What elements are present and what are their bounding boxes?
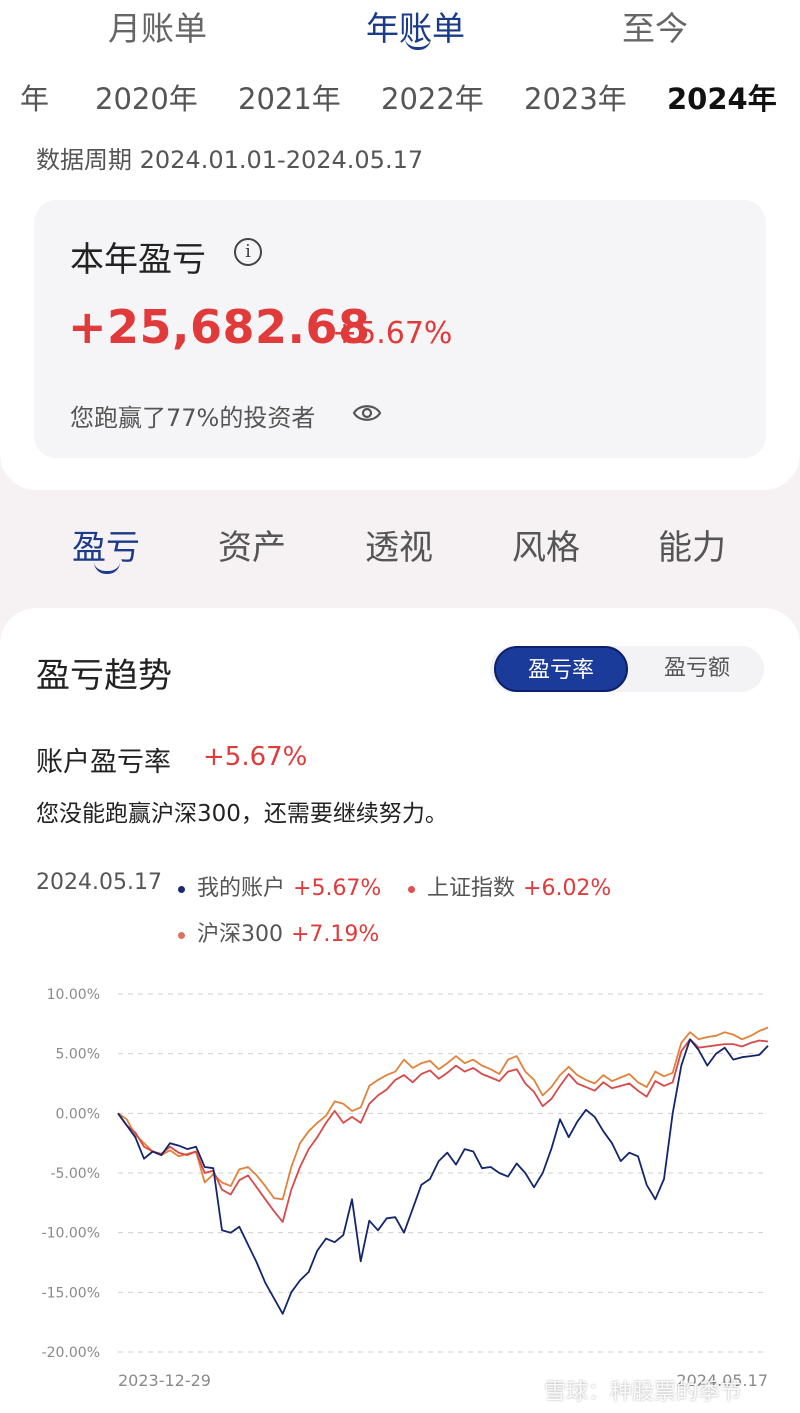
data-period: 数据周期 2024.01.01-2024.05.17 — [36, 146, 424, 174]
legend-csi300: 沪深300 +7.19% — [178, 916, 379, 948]
legend-dot — [178, 931, 185, 939]
year-item[interactable]: 2022年 — [381, 76, 484, 116]
tab-to-date[interactable]: 至今 — [622, 2, 688, 50]
year-item[interactable]: 年 — [20, 76, 49, 116]
top-panel: 月账单 年账单 至今 年 2020年 2021年 2022年 2023年 202… — [0, 0, 800, 490]
account-rate-label: 账户盈亏率 — [36, 747, 171, 778]
tab-assets[interactable]: 资产 — [218, 520, 286, 569]
y-tick-label: 5.00% — [56, 1047, 100, 1063]
tab-ability[interactable]: 能力 — [658, 520, 726, 569]
year-item[interactable]: 2021年 — [238, 76, 341, 116]
year-item-selected[interactable]: 2024年 — [667, 76, 777, 116]
eye-icon[interactable] — [352, 402, 382, 424]
trend-panel: 盈亏趋势 盈亏率 盈亏额 账户盈亏率 +5.67% 您没能跑赢沪深300，还需要… — [0, 608, 800, 1413]
y-tick-label: -10.00% — [42, 1226, 100, 1242]
period-tabs: 月账单 年账单 至今 — [0, 0, 800, 60]
trend-title: 盈亏趋势 — [36, 656, 172, 696]
toggle-rate-button[interactable]: 盈亏率 — [494, 646, 628, 692]
verdict-text: 您没能跑赢沪深300，还需要继续努力。 — [36, 801, 448, 827]
summary-card: 本年盈亏 i +25,682.68 +5.67% 您跑赢了77%的投资者 — [34, 200, 766, 458]
tab-insight[interactable]: 透视 — [365, 520, 433, 569]
legend-date: 2024.05.17 — [36, 870, 162, 895]
legend-name: 我的账户 — [197, 876, 286, 901]
year-item[interactable]: 2020年 — [95, 76, 198, 116]
year-selector: 年 2020年 2021年 2022年 2023年 2024年 — [0, 76, 800, 116]
info-icon[interactable]: i — [234, 238, 262, 266]
x-tick-start: 2023-12-29 — [118, 1371, 211, 1390]
toggle-amount-button[interactable]: 盈亏额 — [634, 646, 760, 692]
legend-value: +6.02% — [523, 876, 612, 901]
tab-style[interactable]: 风格 — [512, 520, 580, 569]
legend-name: 沪深300 — [197, 922, 283, 947]
legend-value: +7.19% — [291, 922, 380, 947]
y-tick-label: -15.00% — [42, 1285, 100, 1301]
watermark: 雪球：种股票的季节 — [544, 1380, 743, 1405]
year-item[interactable]: 2023年 — [524, 76, 627, 116]
profit-trend-chart[interactable]: 10.00% 5.00% 0.00% -5.00% -10.00% -15.00% -20.… — [0, 978, 800, 1398]
account-rate-value: +5.67% — [203, 742, 308, 772]
y-tick-label: 10.00% — [47, 987, 100, 1003]
legend-dot — [178, 885, 185, 893]
summary-title: 本年盈亏 — [70, 240, 206, 280]
y-tick-label: -5.00% — [50, 1166, 100, 1182]
tab-active-indicator — [94, 562, 120, 574]
main-tabs: 盈亏 资产 透视 风格 能力 — [0, 520, 800, 590]
rate-amount-toggle: 盈亏率 盈亏额 — [490, 646, 764, 692]
profit-percent: +5.67% — [332, 316, 453, 351]
y-tick-label: -20.00% — [42, 1345, 100, 1361]
profit-amount: +25,682.68 — [68, 300, 371, 354]
legend-dot — [408, 885, 415, 893]
beat-text: 您跑赢了77%的投资者 — [70, 404, 316, 432]
y-tick-label: 0.00% — [56, 1106, 100, 1122]
legend-name: 上证指数 — [427, 876, 516, 901]
tab-monthly-bill[interactable]: 月账单 — [108, 2, 207, 50]
legend-my-account: 我的账户 +5.67% — [178, 870, 381, 902]
legend-value: +5.67% — [293, 876, 382, 901]
legend-sse-index: 上证指数 +6.02% — [408, 870, 611, 902]
